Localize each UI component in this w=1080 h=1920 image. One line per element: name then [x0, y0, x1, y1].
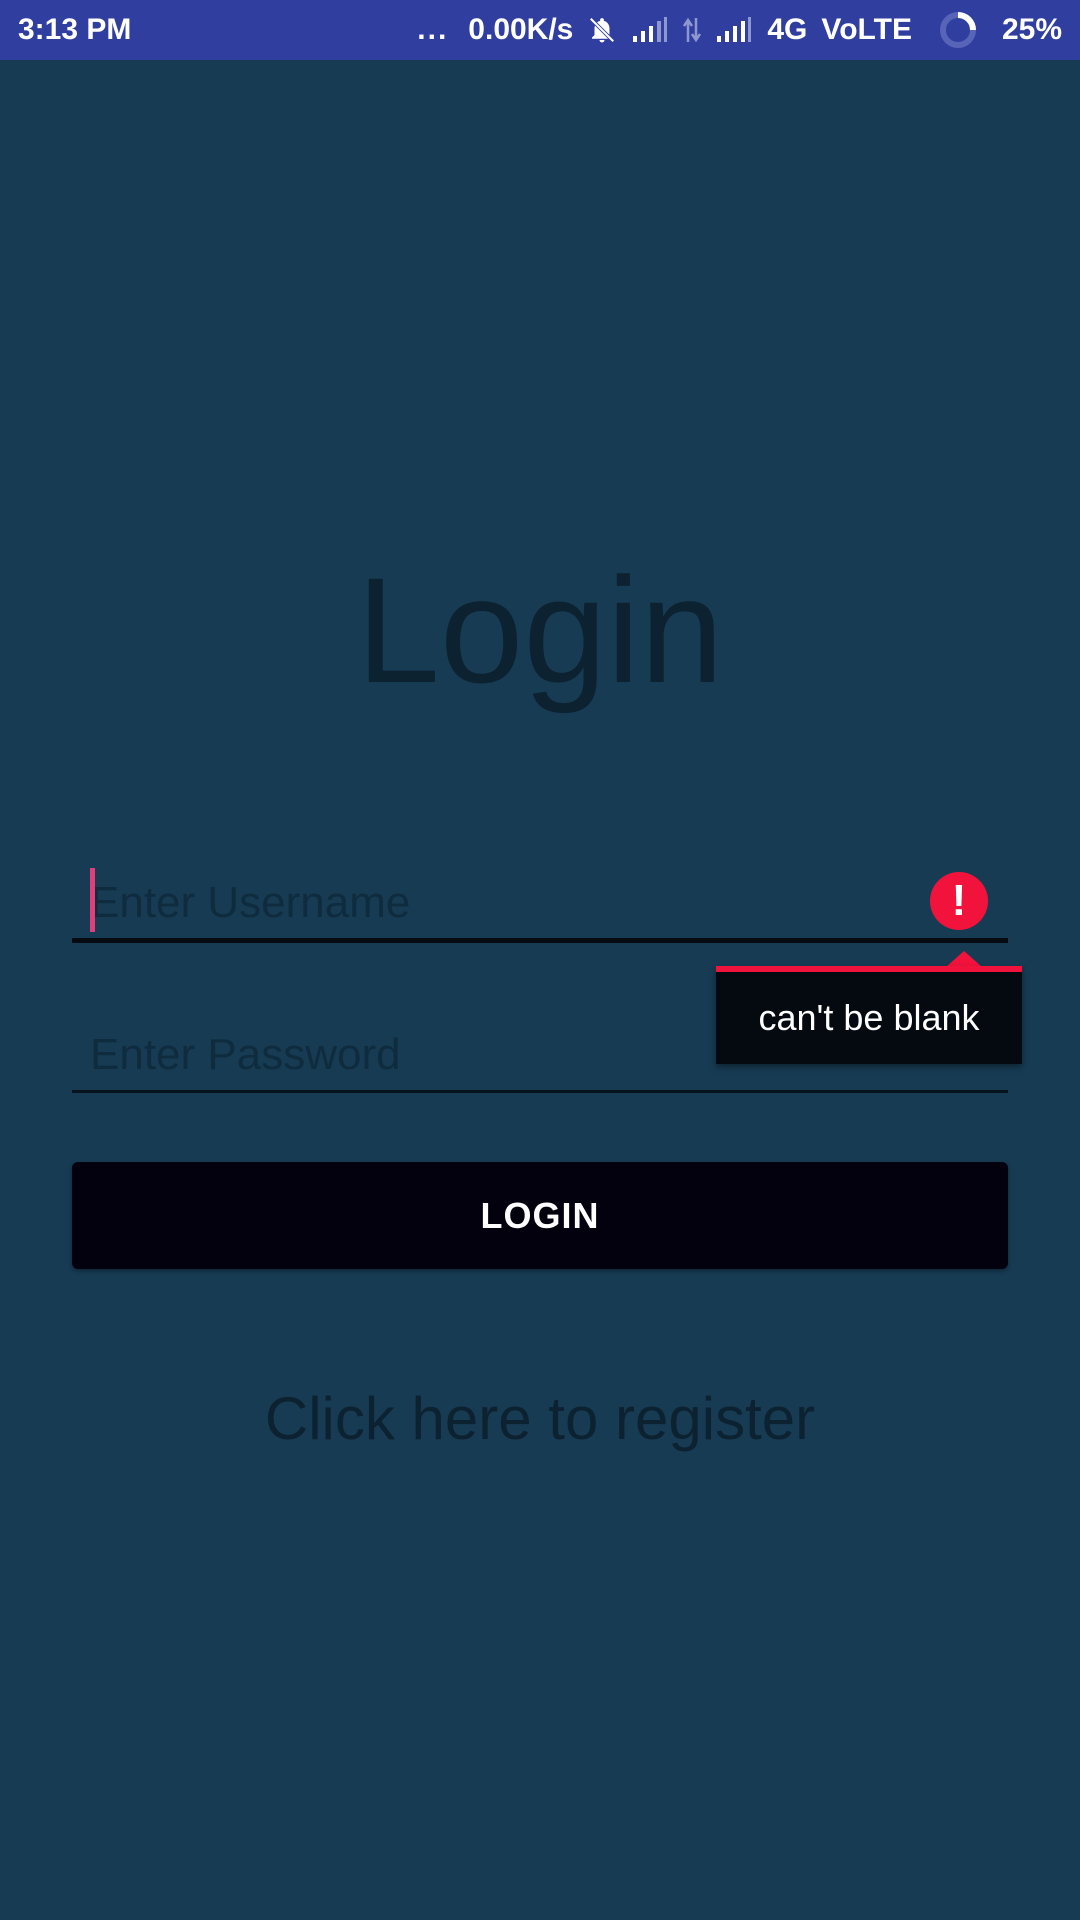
status-speed: 0.00K/s	[468, 13, 574, 46]
signal-icon	[715, 16, 753, 44]
status-bar: 3:13 PM ... 0.00K/s 4G VoLTE 25%	[0, 0, 1080, 60]
page-title: Login	[356, 546, 724, 714]
status-more-dots: ...	[417, 13, 449, 46]
battery-ring-icon	[938, 10, 978, 50]
status-right-group: ... 0.00K/s 4G VoLTE 25%	[417, 10, 1062, 50]
login-button[interactable]: LOGIN	[72, 1162, 1008, 1269]
error-message: can't be blank	[758, 997, 980, 1038]
battery-percent: 25%	[1001, 13, 1062, 46]
data-arrows-icon	[683, 14, 702, 46]
volte-label: VoLTE	[821, 13, 912, 46]
register-link[interactable]: Click here to register	[0, 1384, 1080, 1453]
error-icon: !	[930, 872, 988, 930]
notifications-off-icon	[587, 15, 617, 45]
text-cursor	[90, 868, 95, 932]
network-type: 4G	[767, 13, 808, 46]
error-popup: can't be blank	[716, 966, 1022, 1064]
error-popup-pointer	[946, 951, 982, 967]
signal-icon	[631, 16, 669, 44]
username-input[interactable]	[72, 868, 1008, 938]
username-field-container	[72, 868, 1008, 943]
status-time: 3:13 PM	[18, 13, 132, 46]
